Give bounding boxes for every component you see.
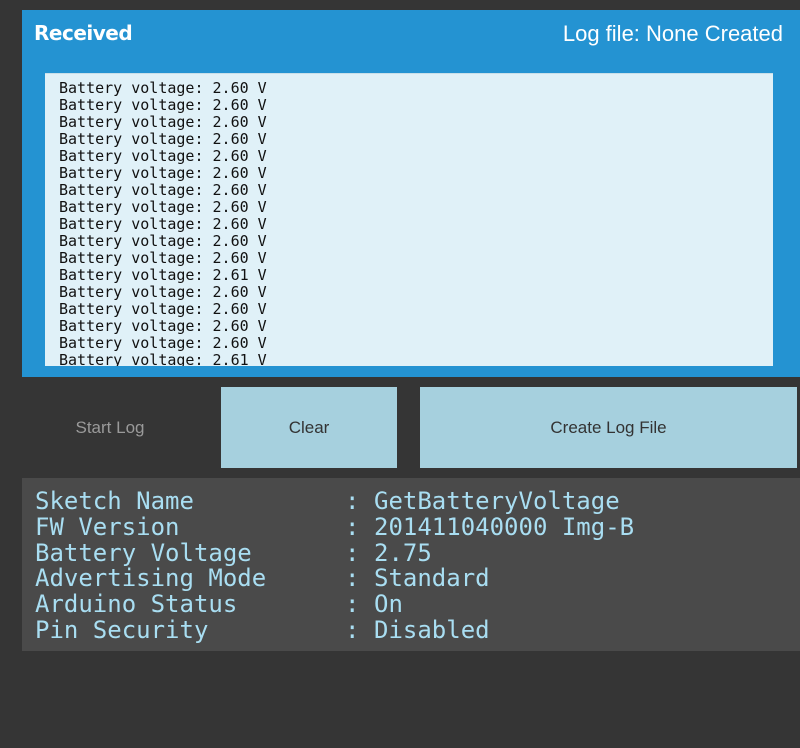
info-separator: :	[345, 564, 360, 592]
info-separator: :	[345, 513, 360, 541]
info-row-battery-voltage: Battery Voltage : 2.75	[35, 540, 432, 566]
info-key: Pin Security	[35, 616, 209, 644]
clear-button[interactable]: Clear	[221, 387, 397, 468]
log-line: Battery voltage: 2.60 V	[59, 130, 267, 148]
start-log-button[interactable]: Start Log	[22, 387, 198, 468]
info-separator: :	[345, 539, 360, 567]
received-title: Received	[34, 21, 133, 45]
info-row-advertising-mode: Advertising Mode : Standard	[35, 565, 490, 591]
info-row-fw-version: FW Version : 201411040000 Img-B	[35, 514, 634, 540]
log-line: Battery voltage: 2.60 V	[59, 181, 267, 199]
info-separator: :	[345, 616, 360, 644]
log-line: Battery voltage: 2.60 V	[59, 198, 267, 216]
log-line: Battery voltage: 2.60 V	[59, 249, 267, 267]
log-line: Battery voltage: 2.60 V	[59, 334, 267, 352]
received-log-lines: Battery voltage: 2.60 V Battery voltage:…	[45, 74, 773, 367]
info-separator: :	[345, 590, 360, 618]
log-line: Battery voltage: 2.60 V	[59, 96, 267, 114]
log-line: Battery voltage: 2.60 V	[59, 317, 267, 335]
log-file-status: Log file: None Created	[562, 21, 783, 46]
info-key: Battery Voltage	[35, 539, 252, 567]
log-line: Battery voltage: 2.60 V	[59, 300, 267, 318]
info-value: Disabled	[374, 616, 490, 644]
info-row-pin-security: Pin Security : Disabled	[35, 617, 490, 643]
log-line: Battery voltage: 2.60 V	[59, 113, 267, 131]
log-line: Battery voltage: 2.60 V	[59, 215, 267, 233]
info-value: Standard	[374, 564, 490, 592]
log-line: Battery voltage: 2.60 V	[59, 147, 267, 165]
info-row-sketch-name: Sketch Name : GetBatteryVoltage	[35, 488, 620, 514]
info-separator: :	[345, 487, 360, 515]
log-line: Battery voltage: 2.60 V	[59, 283, 267, 301]
info-value: On	[374, 590, 403, 618]
device-info-panel: Sketch Name : GetBatteryVoltage FW Versi…	[22, 478, 800, 651]
info-key: Sketch Name	[35, 487, 194, 515]
log-line: Battery voltage: 2.60 V	[59, 232, 267, 250]
log-line: Battery voltage: 2.61 V	[59, 351, 267, 367]
log-line: Battery voltage: 2.61 V	[59, 266, 267, 284]
info-value: 2.75	[374, 539, 432, 567]
log-line: Battery voltage: 2.60 V	[59, 164, 267, 182]
create-log-file-button[interactable]: Create Log File	[420, 387, 797, 468]
log-line: Battery voltage: 2.60 V	[59, 79, 267, 97]
info-key: Arduino Status	[35, 590, 238, 618]
received-panel: Received Log file: None Created Battery …	[22, 10, 800, 377]
info-key: FW Version	[35, 513, 180, 541]
info-value: GetBatteryVoltage	[374, 487, 620, 515]
info-row-arduino-status: Arduino Status : On	[35, 591, 403, 617]
received-log-area[interactable]: Battery voltage: 2.60 V Battery voltage:…	[45, 73, 773, 366]
info-value: 201411040000 Img-B	[374, 513, 635, 541]
info-key: Advertising Mode	[35, 564, 267, 592]
